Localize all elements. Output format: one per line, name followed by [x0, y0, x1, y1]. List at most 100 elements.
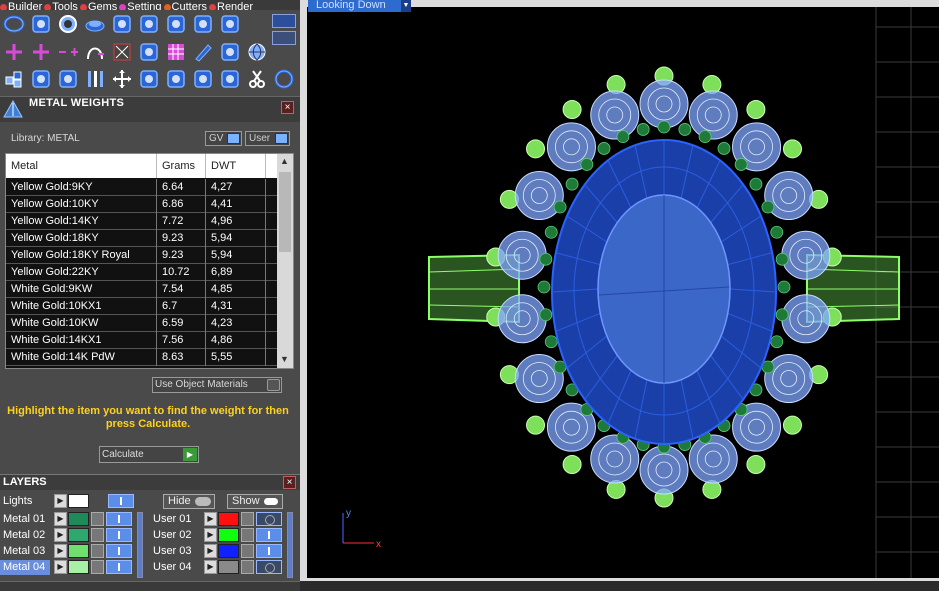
layer-arrow-icon[interactable]: ▶ — [54, 528, 67, 542]
layer-row[interactable]: Metal 03 ▶ — [0, 544, 140, 559]
layer-color-swatch[interactable] — [218, 512, 239, 526]
show-button[interactable]: Show — [227, 494, 283, 509]
column-header-metal[interactable]: Metal — [6, 154, 157, 178]
circle-tool-button[interactable] — [272, 67, 296, 91]
table-row[interactable]: White Gold:10KX1 6.7 4,31 — [6, 298, 277, 315]
node-tool-button[interactable] — [110, 40, 134, 64]
layer-visibility-toggle[interactable] — [106, 512, 132, 526]
table-row[interactable]: White Gold:14KX1 7.56 4,86 — [6, 332, 277, 349]
menu-item-render[interactable]: Render — [209, 2, 253, 10]
move-tool-button[interactable] — [110, 67, 134, 91]
layer-arrow-icon[interactable]: ▶ — [54, 560, 67, 574]
menu-item-setting[interactable]: Setting — [119, 2, 162, 10]
arch-plus-tool-button[interactable] — [83, 40, 107, 64]
layer-visibility-toggle[interactable] — [108, 494, 134, 508]
table-row[interactable]: Yellow Gold:10KY 6.86 4,41 — [6, 196, 277, 213]
layer-visibility-toggle[interactable] — [256, 544, 282, 558]
arc-tool-button[interactable] — [56, 67, 80, 91]
layers-scrollbar-right[interactable] — [287, 512, 293, 578]
table-row[interactable]: Yellow Gold:22KY 10.72 6,89 — [6, 264, 277, 281]
layer-color-swatch[interactable] — [218, 528, 239, 542]
table-scrollbar[interactable]: ▲ ▼ — [277, 154, 293, 368]
layer-color-swatch[interactable] — [68, 544, 89, 558]
scroll-thumb[interactable] — [279, 172, 291, 252]
metal-weights-close-button[interactable]: × — [281, 101, 294, 114]
ring-tool-button[interactable] — [56, 12, 80, 36]
fan-tool-button[interactable] — [164, 67, 188, 91]
layer-row[interactable]: Metal 04 ▶ — [0, 560, 140, 575]
calculate-button[interactable]: Calculate ▶ — [99, 446, 199, 463]
lock-icon[interactable] — [241, 544, 254, 558]
cubes-tool-button[interactable] — [2, 67, 26, 91]
user-toggle[interactable]: User — [245, 131, 290, 146]
column-header-dwt[interactable]: DWT — [206, 154, 266, 178]
table-row[interactable]: Yellow Gold:18KY Royal 9.23 5,94 — [6, 247, 277, 264]
lock-icon[interactable] — [91, 544, 104, 558]
pencil-tool-button[interactable] — [191, 40, 215, 64]
cylinder-tool-button[interactable] — [191, 12, 215, 36]
table-row[interactable]: White Gold:10KW 6.59 4,23 — [6, 315, 277, 332]
layer-color-swatch[interactable] — [218, 560, 239, 574]
curve-tool-button[interactable] — [29, 67, 53, 91]
table-row[interactable]: Yellow Gold:18KY 9.23 5,94 — [6, 230, 277, 247]
lock-icon[interactable] — [91, 528, 104, 542]
layer-arrow-icon[interactable]: ▶ — [204, 528, 217, 542]
layer-arrow-icon[interactable]: ▶ — [54, 512, 67, 526]
toolbar-toggle-2[interactable] — [272, 31, 296, 45]
chevron-down-icon[interactable]: ▼ — [401, 0, 411, 12]
cone-grid-tool-button[interactable] — [137, 12, 161, 36]
frame-tool-button[interactable] — [164, 12, 188, 36]
layer-row[interactable]: User 03 ▶ — [150, 544, 290, 559]
layer-color-swatch[interactable] — [68, 512, 89, 526]
table-row[interactable]: Yellow Gold:14KY 7.72 4,96 — [6, 213, 277, 230]
lock-icon[interactable] — [241, 512, 254, 526]
grid-magenta-tool-button[interactable] — [164, 40, 188, 64]
scroll-up-icon[interactable]: ▲ — [280, 156, 289, 166]
plus-tool-button[interactable] — [29, 40, 53, 64]
lock-icon[interactable] — [91, 560, 104, 574]
layer-visibility-toggle[interactable] — [106, 544, 132, 558]
menu-item-builder[interactable]: Builder — [0, 2, 42, 10]
layers-scrollbar-left[interactable] — [137, 512, 143, 578]
scroll-down-icon[interactable]: ▼ — [280, 354, 289, 364]
cut-tool-button[interactable] — [245, 67, 269, 91]
layer-arrow-icon[interactable]: ▶ — [204, 512, 217, 526]
layer-visibility-toggle[interactable] — [106, 528, 132, 542]
layer-row[interactable]: User 04 ▶ — [150, 560, 290, 575]
column-header-grams[interactable]: Grams — [157, 154, 206, 178]
helix-tool-button[interactable] — [29, 12, 53, 36]
wave-tool-button[interactable] — [110, 12, 134, 36]
layer-row[interactable]: User 01 ▶ — [150, 512, 290, 527]
view-dropdown[interactable]: Looking Down ▼ — [308, 0, 411, 12]
align-tool-button[interactable] — [191, 67, 215, 91]
gv-toggle[interactable]: GV — [205, 131, 242, 146]
layer-color-swatch[interactable] — [68, 494, 89, 508]
3d-viewport[interactable]: y x — [307, 7, 939, 578]
table-row[interactable]: White Gold:9KW 7.54 4,85 — [6, 281, 277, 298]
torus-tool-button[interactable] — [2, 12, 26, 36]
hide-button[interactable]: Hide — [163, 494, 215, 509]
layer-arrow-icon[interactable]: ▶ — [204, 560, 217, 574]
layer-row[interactable]: Metal 01 ▶ — [0, 512, 140, 527]
align2-tool-button[interactable] — [218, 67, 242, 91]
menu-item-cutters[interactable]: Cutters — [163, 2, 207, 10]
layer-arrow-icon[interactable]: ▶ — [54, 494, 67, 508]
layer-visibility-toggle[interactable] — [256, 560, 282, 574]
layer-row-lights[interactable]: Lights ▶ — [0, 494, 140, 509]
layer-arrow-icon[interactable]: ▶ — [54, 544, 67, 558]
use-object-materials-toggle[interactable]: Use Object Materials — [152, 377, 282, 393]
layer-arrow-icon[interactable]: ▶ — [204, 544, 217, 558]
lock-icon[interactable] — [241, 560, 254, 574]
lock-icon[interactable] — [241, 528, 254, 542]
rotate-tool-button[interactable] — [137, 67, 161, 91]
layer-color-swatch[interactable] — [68, 560, 89, 574]
table-row[interactable]: Yellow Gold:9KY 6.64 4,27 — [6, 179, 277, 196]
layer-row[interactable]: User 02 ▶ — [150, 528, 290, 543]
layer-color-swatch[interactable] — [68, 528, 89, 542]
disc-tool-button[interactable] — [83, 12, 107, 36]
table-row[interactable]: White Gold:14K PdW 8.63 5,55 — [6, 349, 277, 366]
layer-visibility-toggle[interactable] — [106, 560, 132, 574]
globe-tool-button[interactable] — [245, 40, 269, 64]
line-plus-tool-button[interactable] — [56, 40, 80, 64]
layer-row[interactable]: Metal 02 ▶ — [0, 528, 140, 543]
